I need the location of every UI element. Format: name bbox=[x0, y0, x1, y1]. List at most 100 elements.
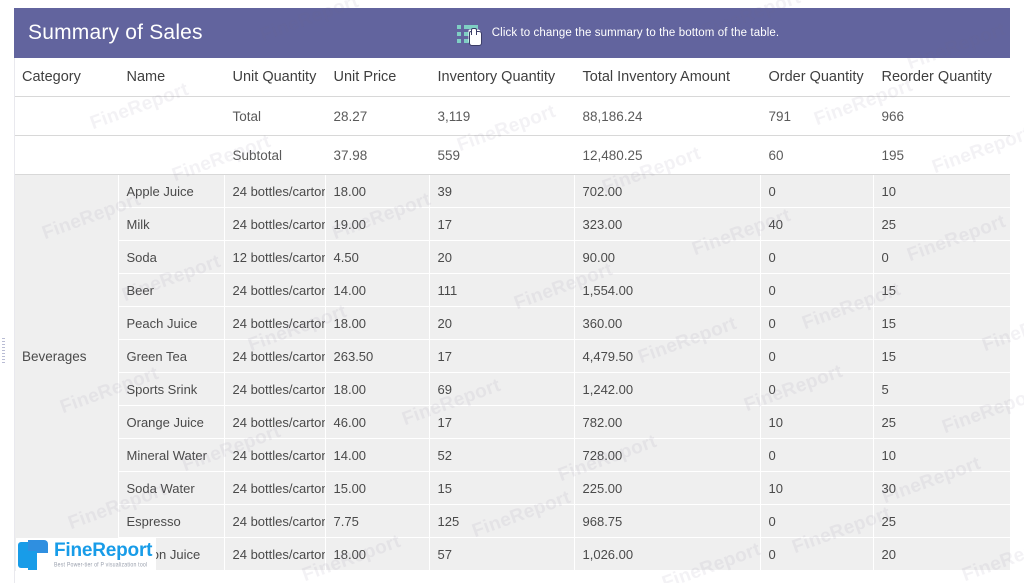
subtotal-bottom-label: Subtotal bbox=[224, 570, 326, 583]
cell-order-quantity: 0 bbox=[760, 306, 874, 340]
column-header-order-quantity[interactable]: Order Quantity bbox=[760, 58, 874, 97]
category-cell bbox=[14, 405, 119, 439]
cell-inventory-quantity: 125 bbox=[429, 504, 575, 538]
category-cell: Beverages bbox=[14, 339, 119, 373]
cell-inventory-quantity: 39 bbox=[429, 174, 575, 208]
summary-table: Category Name Unit Quantity Unit Price I… bbox=[14, 58, 1010, 583]
logo-tagline: Best Power-tier of P visualization tool bbox=[54, 562, 148, 570]
cell-name: Orange Juice bbox=[118, 405, 225, 439]
fine-report-logo: FineReport Best Power-tier of P visualiz… bbox=[16, 538, 157, 572]
subtotal-bottom-unit-price: 23.06 bbox=[325, 570, 430, 583]
cell-reorder-quantity: 10 bbox=[873, 438, 1010, 472]
subtotal-top-row: Subtotal 37.98 559 12,480.25 60 195 bbox=[14, 135, 1010, 175]
subtotal-top-row-inventory-quantity: 559 bbox=[429, 135, 575, 175]
cell-reorder-quantity: 30 bbox=[873, 471, 1010, 505]
table-row: Soda 12 bottles/carton 4.50 20 90.00 0 0 bbox=[14, 240, 1010, 274]
cell-unit-quantity: 24 bottles/carton bbox=[224, 273, 326, 307]
column-header-unit-price[interactable]: Unit Price bbox=[325, 58, 430, 97]
cell-unit-price: 263.50 bbox=[325, 339, 430, 373]
category-cell bbox=[14, 438, 119, 472]
table-row: Espresso 24 bottles/carton 7.75 125 968.75 0 2… bbox=[14, 504, 1010, 538]
cell-total-inventory-amount: 728.00 bbox=[574, 438, 761, 472]
cell-order-quantity: 0 bbox=[760, 504, 874, 538]
cell-unit-quantity: 12 bottles/carton bbox=[224, 240, 326, 274]
cell-inventory-quantity: 52 bbox=[429, 438, 575, 472]
cell-name: Espresso bbox=[118, 504, 225, 538]
column-header-category[interactable]: Category bbox=[14, 58, 119, 97]
category-cell bbox=[14, 306, 119, 340]
column-header-reorder-quantity[interactable]: Reorder Quantity bbox=[873, 58, 1010, 97]
subtotal-bottom-category bbox=[14, 570, 119, 583]
table-row: Apple Juice 24 bottles/carton 18.00 39 702.0… bbox=[14, 174, 1010, 208]
cell-name: Mineral Water bbox=[118, 438, 225, 472]
cell-inventory-quantity: 57 bbox=[429, 537, 575, 571]
category-cell bbox=[14, 471, 119, 505]
cell-reorder-quantity: 25 bbox=[873, 405, 1010, 439]
cell-total-inventory-amount: 90.00 bbox=[574, 240, 761, 274]
cell-total-inventory-amount: 1,026.00 bbox=[574, 537, 761, 571]
cell-inventory-quantity: 15 bbox=[429, 471, 575, 505]
total-row-unit-price: 28.27 bbox=[325, 96, 430, 136]
subtotal-bottom-row: Subtotal23.0650712,023.55171135 bbox=[14, 570, 1010, 583]
cell-unit-price: 14.00 bbox=[325, 438, 430, 472]
subtotal-top-row-reorder-quantity: 195 bbox=[873, 135, 1010, 175]
table-row: Beverages Green Tea 24 bottles/carton 263.5… bbox=[14, 339, 1010, 373]
hand-cursor-icon bbox=[468, 28, 482, 46]
cell-name: Soda bbox=[118, 240, 225, 274]
column-header-name[interactable]: Name bbox=[118, 58, 225, 97]
cell-inventory-quantity: 20 bbox=[429, 240, 575, 274]
category-cell bbox=[14, 240, 119, 274]
total-row-order-quantity: 791 bbox=[760, 96, 874, 136]
subtotal-bottom-name bbox=[118, 570, 225, 583]
cell-unit-quantity: 24 bottles/carton bbox=[224, 405, 326, 439]
column-header-unit-quantity[interactable]: Unit Quantity bbox=[224, 58, 326, 97]
total-row-name bbox=[118, 96, 225, 136]
cell-order-quantity: 0 bbox=[760, 438, 874, 472]
subtotal-bottom-order-quantity: 171 bbox=[760, 570, 874, 583]
total-row-category bbox=[14, 96, 119, 136]
cell-reorder-quantity: 5 bbox=[873, 372, 1010, 406]
cell-order-quantity: 0 bbox=[760, 537, 874, 571]
cell-reorder-quantity: 15 bbox=[873, 273, 1010, 307]
cell-name: Sports Srink bbox=[118, 372, 225, 406]
cell-total-inventory-amount: 360.00 bbox=[574, 306, 761, 340]
cell-reorder-quantity: 15 bbox=[873, 339, 1010, 373]
subtotal-bottom-total-inventory-amount: 12,023.55 bbox=[574, 570, 761, 583]
cell-unit-price: 14.00 bbox=[325, 273, 430, 307]
cell-total-inventory-amount: 1,242.00 bbox=[574, 372, 761, 406]
cell-name: Soda Water bbox=[118, 471, 225, 505]
total-row-total-inventory-amount: 88,186.24 bbox=[574, 96, 761, 136]
cell-unit-price: 18.00 bbox=[325, 306, 430, 340]
table-row: Peach Juice 24 bottles/carton 18.00 20 360.0… bbox=[14, 306, 1010, 340]
cell-order-quantity: 10 bbox=[760, 471, 874, 505]
subtotal-top-row-label: Subtotal bbox=[224, 135, 326, 175]
cell-name: Milk bbox=[118, 207, 225, 241]
column-header-total-inventory-amount[interactable]: Total Inventory Amount bbox=[574, 58, 761, 97]
cell-unit-price: 7.75 bbox=[325, 504, 430, 538]
logo-name: FineReport bbox=[54, 540, 153, 562]
summary-table-body: Total 28.27 3,119 88,186.24 791 966 Subt… bbox=[14, 96, 1010, 583]
cell-total-inventory-amount: 1,554.00 bbox=[574, 273, 761, 307]
category-cell bbox=[14, 207, 119, 241]
table-row: Milk 24 bottles/carton 19.00 17 323.00 40 25 bbox=[14, 207, 1010, 241]
cell-name: Peach Juice bbox=[118, 306, 225, 340]
cell-inventory-quantity: 69 bbox=[429, 372, 575, 406]
subtotal-top-row-unit-price: 37.98 bbox=[325, 135, 430, 175]
summary-table-container: Category Name Unit Quantity Unit Price I… bbox=[14, 58, 1010, 583]
cell-reorder-quantity: 0 bbox=[873, 240, 1010, 274]
total-row-reorder-quantity: 966 bbox=[873, 96, 1010, 136]
splitter-grip-handle[interactable] bbox=[2, 338, 5, 364]
page-title: Summary of Sales bbox=[28, 21, 203, 44]
category-cell bbox=[14, 504, 119, 538]
subtotal-top-row-total-inventory-amount: 12,480.25 bbox=[574, 135, 761, 175]
cell-order-quantity: 40 bbox=[760, 207, 874, 241]
category-cell bbox=[14, 372, 119, 406]
cell-reorder-quantity: 20 bbox=[873, 537, 1010, 571]
report-title-bar: Summary of Sales Click to change the sum… bbox=[14, 8, 1010, 58]
cell-inventory-quantity: 17 bbox=[429, 339, 575, 373]
cell-unit-price: 18.00 bbox=[325, 174, 430, 208]
report-page: Summary of Sales Click to change the sum… bbox=[0, 0, 1024, 583]
column-header-inventory-quantity[interactable]: Inventory Quantity bbox=[429, 58, 575, 97]
toggle-summary-position-button[interactable]: Click to change the summary to the botto… bbox=[456, 22, 779, 46]
cell-total-inventory-amount: 968.75 bbox=[574, 504, 761, 538]
